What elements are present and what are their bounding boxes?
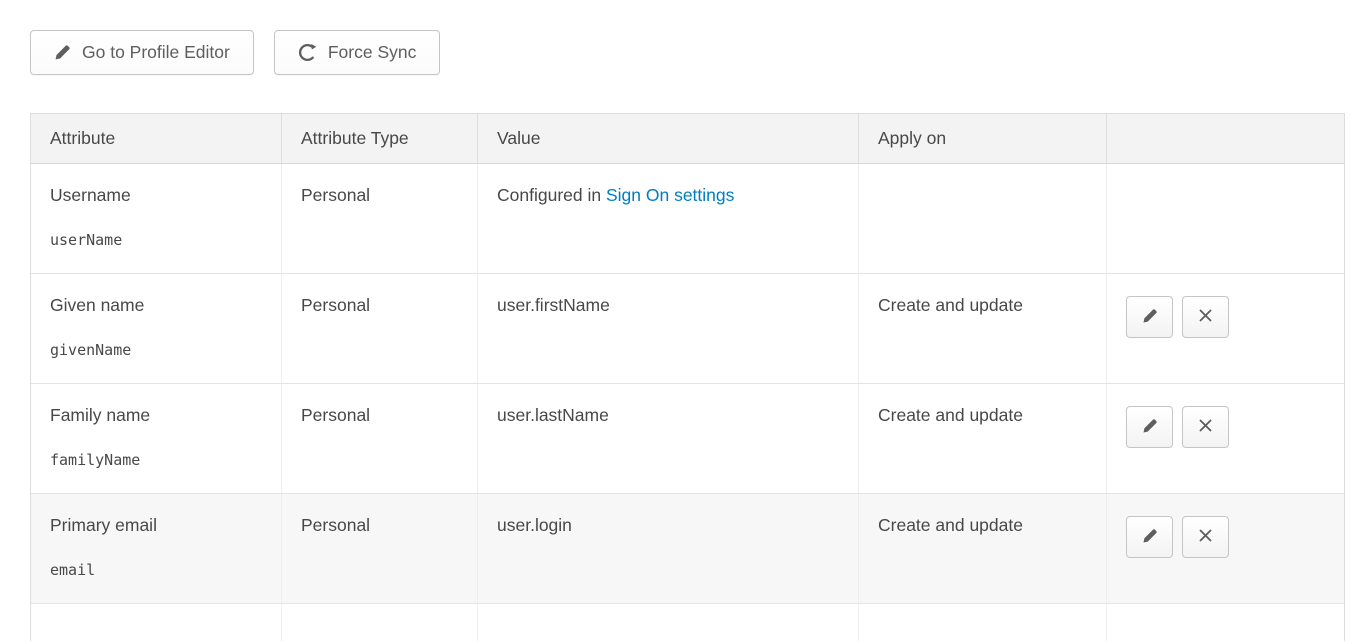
toolbar: Go to Profile Editor Force Sync (30, 30, 1345, 75)
table-header-row: Attribute Attribute Type Value Apply on (31, 114, 1344, 164)
table-row-given-name: Given name givenName Personal user.first… (31, 274, 1344, 384)
close-icon (1198, 308, 1213, 326)
actions-cell (1107, 274, 1344, 383)
attribute-variable: userName (50, 231, 262, 249)
close-icon (1198, 418, 1213, 436)
attribute-mappings-page: Go to Profile Editor Force Sync Attribut… (0, 0, 1370, 641)
edit-attribute-button[interactable] (1126, 406, 1173, 448)
attribute-type: Personal (282, 274, 478, 383)
attribute-variable: givenName (50, 341, 262, 359)
header-attribute: Attribute (31, 114, 282, 163)
pencil-icon (1142, 528, 1158, 547)
force-sync-label: Force Sync (328, 42, 417, 63)
attribute-value: user.firstName (478, 274, 859, 383)
attribute-label: Given name (50, 295, 262, 316)
table-row-username: Username userName Personal Configured in… (31, 164, 1344, 274)
apply-on-value: Create and update (859, 494, 1107, 603)
edit-attribute-button[interactable] (1126, 296, 1173, 338)
delete-attribute-button[interactable] (1182, 406, 1229, 448)
actions-cell (1107, 494, 1344, 603)
pencil-icon (54, 44, 71, 61)
header-apply-on: Apply on (859, 114, 1107, 163)
table-row-primary-email: Primary email email Personal user.login … (31, 494, 1344, 604)
table-body: Username userName Personal Configured in… (31, 164, 1344, 641)
apply-on-value: Create and update (859, 274, 1107, 383)
attribute-label: Primary email (50, 515, 262, 536)
header-actions (1107, 114, 1344, 163)
go-to-profile-editor-button[interactable]: Go to Profile Editor (30, 30, 254, 75)
attribute-type: Personal (282, 494, 478, 603)
attribute-label: Family name (50, 405, 262, 426)
actions-cell (1107, 164, 1344, 273)
go-to-profile-editor-label: Go to Profile Editor (82, 42, 230, 63)
attribute-type: Personal (282, 384, 478, 493)
sign-on-settings-link[interactable]: Sign On settings (606, 185, 734, 205)
close-icon (1198, 528, 1213, 546)
apply-on-value (859, 164, 1107, 273)
table-row-family-name: Family name familyName Personal user.las… (31, 384, 1344, 494)
delete-attribute-button[interactable] (1182, 516, 1229, 558)
actions-cell (1107, 384, 1344, 493)
pencil-icon (1142, 308, 1158, 327)
apply-on-value: Create and update (859, 384, 1107, 493)
attribute-mapping-table: Attribute Attribute Type Value Apply on … (30, 113, 1345, 641)
attribute-value: Configured in Sign On settings (478, 164, 859, 273)
attribute-value: user.login (478, 494, 859, 603)
delete-attribute-button[interactable] (1182, 296, 1229, 338)
pencil-icon (1142, 418, 1158, 437)
table-row-partial (31, 604, 1344, 641)
refresh-icon (298, 43, 317, 62)
force-sync-button[interactable]: Force Sync (274, 30, 441, 75)
attribute-variable: familyName (50, 451, 262, 469)
header-attribute-type: Attribute Type (282, 114, 478, 163)
attribute-variable: email (50, 561, 262, 579)
header-value: Value (478, 114, 859, 163)
attribute-type: Personal (282, 164, 478, 273)
value-text: Configured in (497, 185, 606, 205)
edit-attribute-button[interactable] (1126, 516, 1173, 558)
attribute-label: Username (50, 185, 262, 206)
attribute-value: user.lastName (478, 384, 859, 493)
